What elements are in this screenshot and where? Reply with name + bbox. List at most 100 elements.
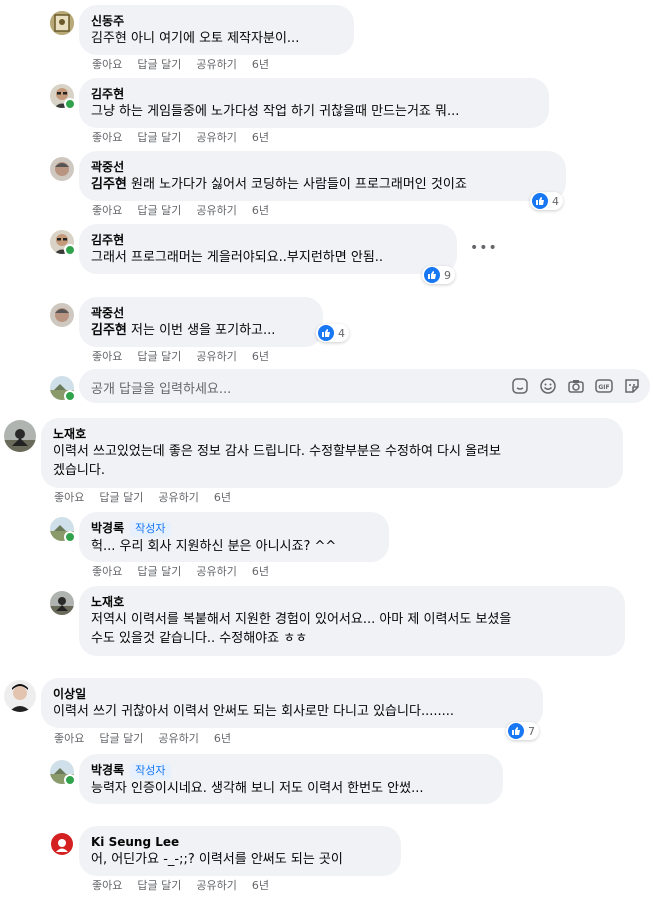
comment-text: 어, 어딘가요 -_-;;? 이력서를 안써도 되는 곳이: [91, 852, 343, 867]
commenter-name[interactable]: 김주현: [91, 86, 537, 102]
like-button[interactable]: 좋아요: [92, 204, 122, 217]
comment-actions: 좋아요 답글 달기 공유하기 6년: [92, 565, 284, 579]
comment-actions: 좋아요 답글 달기 공유하기 6년: [54, 732, 246, 746]
like-icon: [424, 267, 440, 283]
timestamp[interactable]: 6년: [252, 879, 269, 892]
reply-input[interactable]: 공개 답글을 입력하세요... GIF: [79, 369, 650, 403]
comment-actions: 좋아요 답글 달기 공유하기 6년: [92, 58, 284, 72]
avatar[interactable]: [4, 680, 36, 712]
commenter-name[interactable]: 곽중선: [91, 305, 311, 321]
reply-button[interactable]: 답글 달기: [137, 879, 181, 892]
comment-bubble: Ki Seung Lee 어, 어딘가요 -_-;;? 이력서를 안써도 되는 …: [79, 826, 401, 876]
comment-bubble: 박경록 작성자 능력자 인증이시네요. 생각해 보니 저도 이력서 한번도 안썼.…: [79, 754, 503, 804]
comment-bubble: 박경록 작성자 헉... 우리 회사 지원하신 분은 아니시죠? ^^: [79, 512, 389, 562]
reply-button[interactable]: 답글 달기: [99, 732, 143, 745]
comment-bubble: 곽중선 김주현 원래 노가다가 싫어서 코딩하는 사람들이 프로그래머인 것이죠: [79, 151, 566, 201]
reply-button[interactable]: 답글 달기: [137, 58, 181, 71]
like-button[interactable]: 좋아요: [54, 732, 84, 745]
timestamp[interactable]: 6년: [252, 58, 269, 71]
share-button[interactable]: 공유하기: [196, 204, 236, 217]
comment-text: 저는 이번 생을 포기하고...: [126, 323, 276, 338]
commenter-name[interactable]: Ki Seung Lee: [91, 834, 389, 850]
avatar[interactable]: [50, 157, 74, 181]
online-indicator: [64, 531, 76, 543]
share-button[interactable]: 공유하기: [196, 58, 236, 71]
comment-text: 그래서 프로그래머는 게을러야되요..부지런하면 안됨..: [91, 250, 384, 265]
sticker2-icon[interactable]: [623, 377, 641, 395]
reaction-count[interactable]: 7: [506, 722, 539, 740]
comment-text: 그냥 하는 게임들중에 노가다성 작업 하기 귀찮을때 만드는거죠 뭐...: [91, 104, 460, 119]
mention-tag[interactable]: 김주현: [91, 177, 127, 192]
author-badge: 작성자: [130, 521, 171, 537]
timestamp[interactable]: 6년: [214, 491, 231, 504]
comment-text: 김주현 아니 여기에 오토 제작자분이...: [91, 31, 300, 46]
timestamp[interactable]: 6년: [252, 565, 269, 578]
like-button[interactable]: 좋아요: [92, 879, 122, 892]
comment-text: 헉... 우리 회사 지원하신 분은 아니시죠? ^^: [91, 539, 337, 554]
camera-icon[interactable]: [567, 377, 585, 395]
timestamp[interactable]: 6년: [252, 131, 269, 144]
like-button[interactable]: 좋아요: [92, 350, 122, 363]
commenter-name[interactable]: 박경록: [91, 763, 124, 777]
comment-text-line-1: 저역시 이력서를 복붙해서 지원한 경험이 있어서요... 아마 제 이력서도 …: [91, 612, 512, 627]
avatar[interactable]: [4, 420, 36, 452]
commenter-name[interactable]: 이상일: [53, 686, 531, 702]
like-button[interactable]: 좋아요: [92, 58, 122, 71]
comment-actions: 좋아요 답글 달기 공유하기 6년: [54, 491, 246, 505]
reaction-count[interactable]: 9: [422, 266, 455, 284]
like-button[interactable]: 좋아요: [54, 491, 84, 504]
reaction-count[interactable]: 4: [316, 324, 349, 342]
comment-bubble: 노재호 저역시 이력서를 복붙해서 지원한 경험이 있어서요... 아마 제 이…: [79, 586, 625, 656]
like-button[interactable]: 좋아요: [92, 131, 122, 144]
author-badge: 작성자: [130, 763, 171, 779]
comment-bubble: 곽중선 김주현 저는 이번 생을 포기하고...: [79, 297, 323, 347]
avatar[interactable]: [50, 591, 74, 615]
comment-text: 능력자 인증이시네요. 생각해 보니 저도 이력서 한번도 안썼...: [91, 781, 424, 796]
gif-icon[interactable]: GIF: [595, 377, 613, 395]
online-indicator: [64, 98, 76, 110]
reaction-count[interactable]: 4: [530, 192, 563, 210]
commenter-name[interactable]: 곽중선: [91, 159, 554, 175]
timestamp[interactable]: 6년: [252, 350, 269, 363]
share-button[interactable]: 공유하기: [158, 491, 198, 504]
reply-button[interactable]: 답글 달기: [137, 565, 181, 578]
reply-button[interactable]: 답글 달기: [99, 491, 143, 504]
svg-text:GIF: GIF: [598, 384, 609, 391]
reply-input-placeholder: 공개 답글을 입력하세요...: [91, 382, 232, 397]
commenter-name[interactable]: 김주현: [91, 232, 445, 248]
comment-bubble: 이상일 이력서 쓰기 귀찮아서 이력서 안써도 되는 회사로만 다니고 있습니다…: [41, 678, 543, 728]
more-options-icon[interactable]: •••: [470, 240, 498, 256]
share-button[interactable]: 공유하기: [196, 565, 236, 578]
comment-text: 이력서 쓰기 귀찮아서 이력서 안써도 되는 회사로만 다니고 있습니다....…: [53, 704, 454, 719]
like-icon: [532, 193, 548, 209]
comment-actions: 좋아요 답글 달기 공유하기 6년: [92, 350, 284, 364]
timestamp[interactable]: 6년: [214, 732, 231, 745]
share-button[interactable]: 공유하기: [196, 350, 236, 363]
reply-button[interactable]: 답글 달기: [137, 131, 181, 144]
timestamp[interactable]: 6년: [252, 204, 269, 217]
commenter-name[interactable]: 노재호: [91, 594, 613, 610]
reply-button[interactable]: 답글 달기: [137, 204, 181, 217]
comment-bubble: 노재호 이력서 쓰고있었는데 좋은 정보 감사 드립니다. 수정할부분은 수정하…: [41, 418, 623, 488]
commenter-name[interactable]: 노재호: [53, 426, 611, 442]
reply-button[interactable]: 답글 달기: [137, 350, 181, 363]
share-button[interactable]: 공유하기: [158, 732, 198, 745]
comment-bubble: 김주현 그냥 하는 게임들중에 노가다성 작업 하기 귀찮을때 만드는거죠 뭐.…: [79, 78, 549, 128]
emoji-icon[interactable]: [539, 377, 557, 395]
like-icon: [318, 325, 334, 341]
avatar[interactable]: [50, 832, 74, 856]
like-button[interactable]: 좋아요: [92, 565, 122, 578]
share-button[interactable]: 공유하기: [196, 879, 236, 892]
commenter-name[interactable]: 박경록: [91, 521, 124, 535]
avatar[interactable]: [50, 11, 74, 35]
mention-tag[interactable]: 김주현: [91, 323, 127, 338]
comment-text-line-2: 수도 있을것 같습니다.. 수정해야죠 ㅎㅎ: [91, 631, 308, 646]
comment-actions: 좋아요 답글 달기 공유하기 6년: [92, 131, 284, 145]
share-button[interactable]: 공유하기: [196, 131, 236, 144]
online-indicator: [64, 774, 76, 786]
sticker-icon[interactable]: [511, 377, 529, 395]
like-icon: [508, 723, 524, 739]
avatar[interactable]: [50, 303, 74, 327]
commenter-name[interactable]: 신동주: [91, 13, 342, 29]
comment-bubble: 김주현 그래서 프로그래머는 게을러야되요..부지런하면 안됨..: [79, 224, 457, 274]
